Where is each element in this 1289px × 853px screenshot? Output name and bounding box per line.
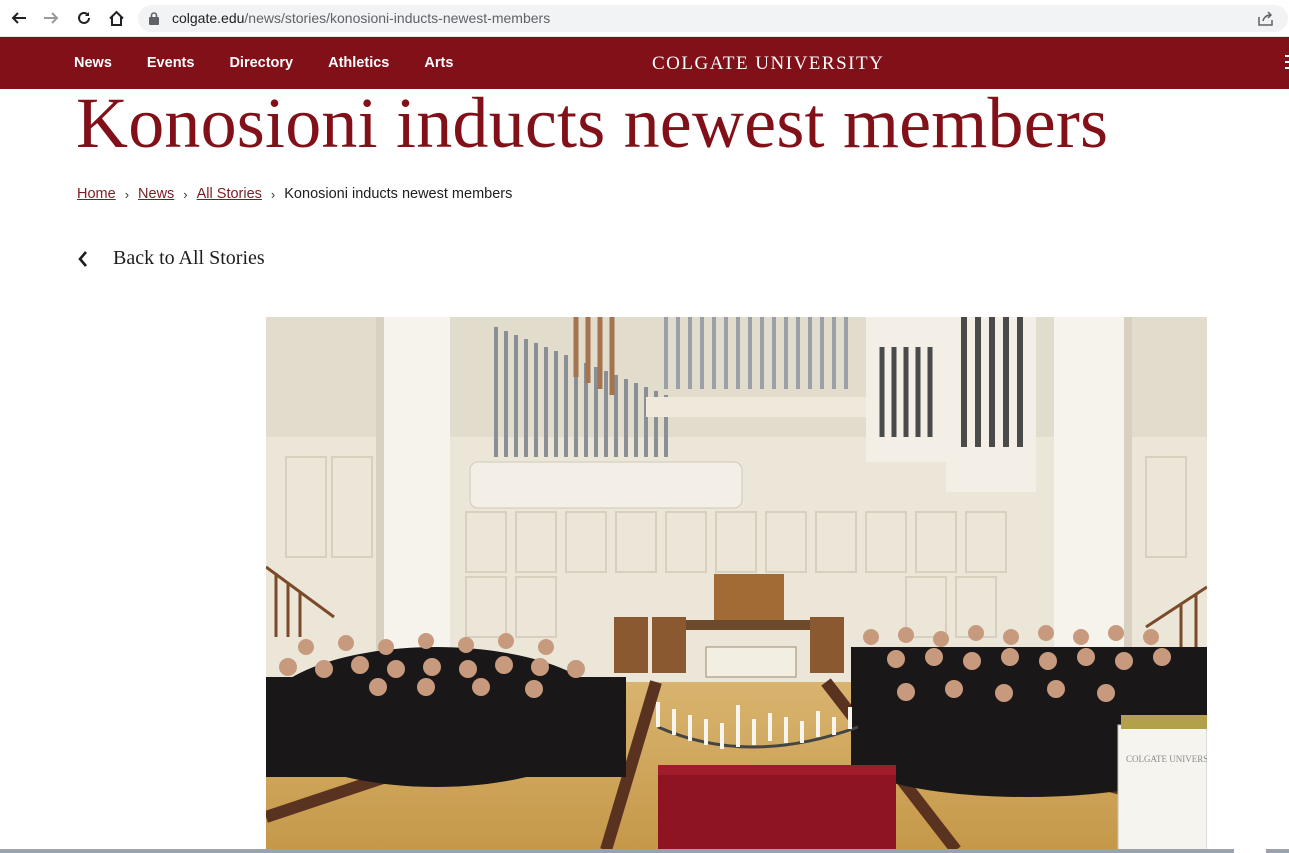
url-domain: colgate.edu <box>172 10 245 26</box>
nav-item-news[interactable]: News <box>74 55 112 71</box>
breadcrumb-news[interactable]: News <box>138 186 174 202</box>
bottom-divider-gap <box>1234 849 1266 853</box>
breadcrumb-current: Konosioni inducts newest members <box>284 186 513 202</box>
back-arrow-icon[interactable] <box>8 7 30 29</box>
address-bar[interactable]: colgate.edu/news/stories/konosioni-induc… <box>138 5 1288 32</box>
hero-image: COLGATE UNIVERSITY <box>266 317 1207 850</box>
share-icon[interactable] <box>1258 11 1274 31</box>
breadcrumb-separator-icon: › <box>270 186 276 202</box>
breadcrumb-separator-icon: › <box>183 186 188 202</box>
reload-icon[interactable] <box>73 7 95 29</box>
url-text: colgate.edu/news/stories/konosioni-induc… <box>172 10 550 26</box>
breadcrumb-home[interactable]: Home <box>77 186 116 202</box>
browser-toolbar: colgate.edu/news/stories/konosioni-induc… <box>0 0 1289 37</box>
bottom-divider <box>0 849 1289 853</box>
breadcrumb: Home › News › All Stories › Konosioni in… <box>77 186 512 202</box>
nav-item-athletics[interactable]: Athletics <box>328 55 389 71</box>
back-link-label: Back to All Stories <box>113 247 265 269</box>
nav-item-events[interactable]: Events <box>147 55 195 71</box>
svg-text:COLGATE UNIVERSITY: COLGATE UNIVERSITY <box>1126 754 1207 764</box>
nav-item-arts[interactable]: Arts <box>424 55 453 71</box>
menu-icon[interactable] <box>1285 55 1289 73</box>
breadcrumb-all-stories[interactable]: All Stories <box>197 186 262 202</box>
chevron-left-icon <box>77 249 89 269</box>
page-title: Konosioni inducts newest members <box>76 83 1109 163</box>
breadcrumb-separator-icon: › <box>124 186 130 202</box>
back-to-all-stories-link[interactable]: Back to All Stories <box>77 247 265 270</box>
lock-icon <box>149 12 159 30</box>
site-logo[interactable]: COLGATE UNIVERSITY <box>652 53 884 75</box>
forward-arrow-icon[interactable] <box>40 7 62 29</box>
url-path: /news/stories/konosioni-inducts-newest-m… <box>244 10 551 26</box>
nav-item-directory[interactable]: Directory <box>229 55 293 71</box>
home-icon[interactable] <box>105 7 127 29</box>
